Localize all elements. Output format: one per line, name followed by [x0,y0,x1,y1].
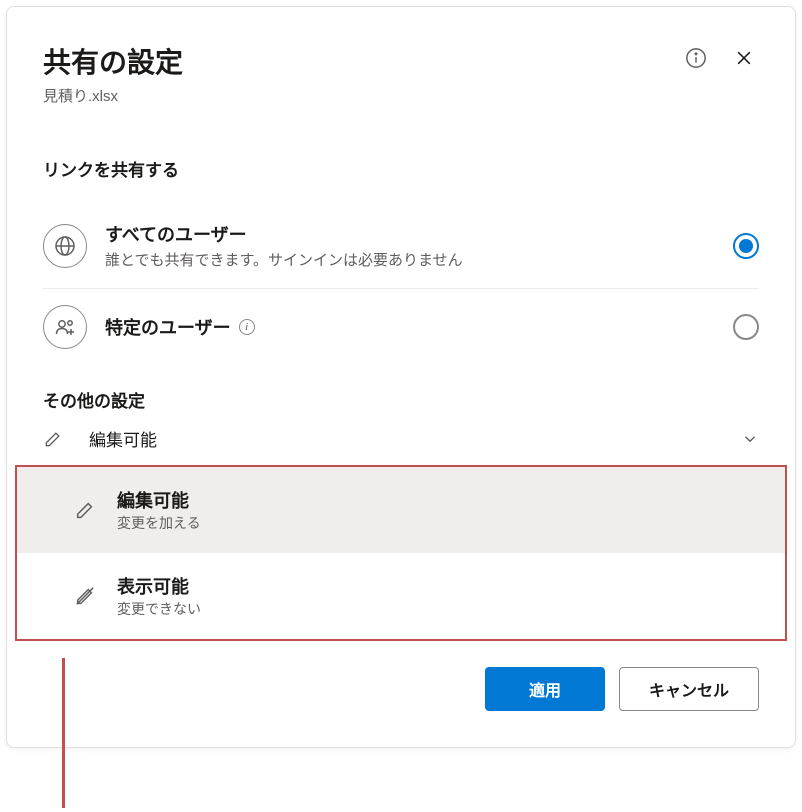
globe-icon [43,224,87,268]
menu-item-text: 編集可能 変更を加える [117,487,201,533]
menu-item-title: 編集可能 [117,487,201,513]
menu-item-desc: 変更を加える [117,513,201,533]
cancel-button[interactable]: キャンセル [619,667,759,711]
callout-annotation-line [62,658,65,808]
option-title-text: 特定のユーザー [105,314,231,340]
radio-selected[interactable] [733,233,759,259]
menu-item-desc: 変更できない [117,599,201,619]
option-title: 特定のユーザー i [105,314,715,340]
radio-unselected[interactable] [733,314,759,340]
share-option-specific[interactable]: 特定のユーザー i [43,288,759,367]
dialog-header: 共有の設定 見積り.xlsx [43,41,759,106]
option-title: すべてのユーザー [105,221,715,247]
share-options: すべてのユーザー 誰とでも共有できます。サインインは必要ありません 特定のユーザ… [43,205,759,367]
permission-dropdown[interactable]: 編集可能 [43,412,759,465]
people-add-icon [43,305,87,349]
menu-item-title: 表示可能 [117,573,201,599]
option-text: すべてのユーザー 誰とでも共有できます。サインインは必要ありません [105,221,715,270]
pencil-slash-icon [73,585,97,607]
permission-menu: 編集可能 変更を加える 表示可能 変更できない [15,465,787,641]
dialog-filename: 見積り.xlsx [43,85,681,106]
dialog-buttons: 適用 キャンセル [43,667,759,711]
close-icon[interactable] [729,43,759,73]
pencil-icon [43,429,65,449]
option-text: 特定のユーザー i [105,314,715,340]
other-section-label: その他の設定 [43,387,759,412]
pencil-icon [73,499,97,521]
apply-button[interactable]: 適用 [485,667,605,711]
header-actions [681,43,759,73]
header-titles: 共有の設定 見積り.xlsx [43,41,681,106]
menu-item-text: 表示可能 変更できない [117,573,201,619]
share-settings-dialog: 共有の設定 見積り.xlsx リンクを共有する [6,6,796,748]
dialog-title: 共有の設定 [43,41,681,81]
info-mini-icon[interactable]: i [239,319,255,335]
chevron-down-icon [741,430,759,448]
menu-item-can-view[interactable]: 表示可能 変更できない [17,553,785,639]
option-desc: 誰とでも共有できます。サインインは必要ありません [105,249,715,270]
share-section-label: リンクを共有する [43,156,759,181]
dropdown-value: 編集可能 [89,426,717,451]
menu-item-can-edit[interactable]: 編集可能 変更を加える [17,467,785,553]
share-option-anyone[interactable]: すべてのユーザー 誰とでも共有できます。サインインは必要ありません [43,205,759,288]
info-icon[interactable] [681,43,711,73]
